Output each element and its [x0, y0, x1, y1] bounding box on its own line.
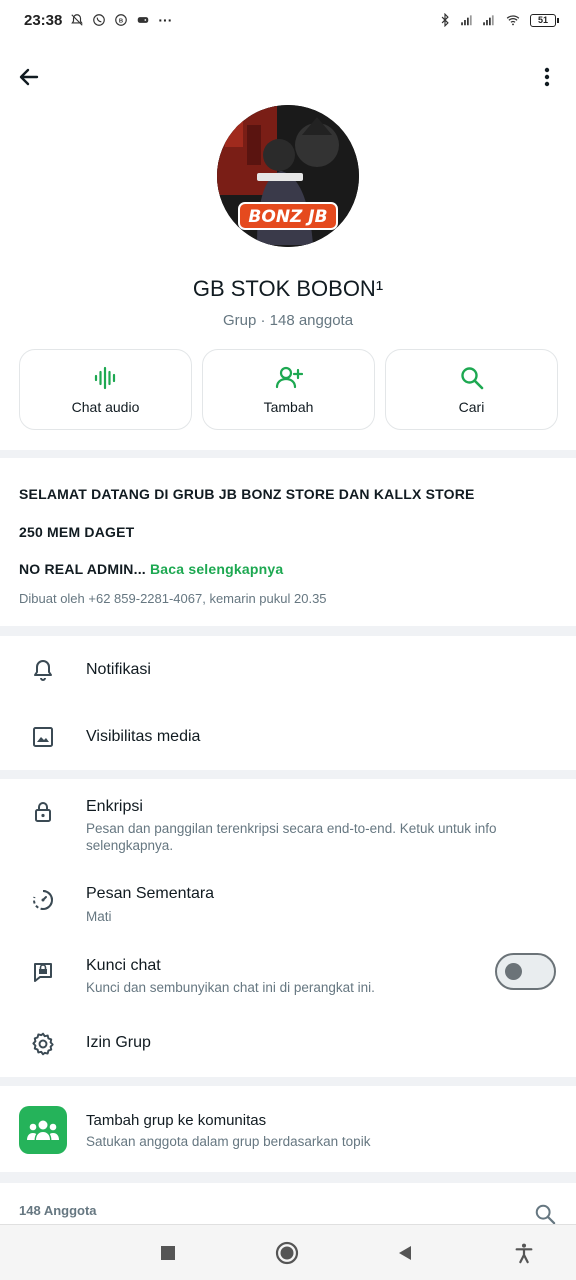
add-member-label: Tambah: [263, 398, 314, 415]
read-more-link[interactable]: Baca selengkapnya: [150, 561, 283, 577]
back-nav-button[interactable]: [393, 1241, 417, 1265]
media-visibility-row[interactable]: Visibilitas media: [0, 703, 576, 770]
signal-icon: [461, 15, 472, 26]
description-line: NO REAL ADMIN... Baca selengkapnya: [19, 561, 283, 577]
action-buttons: Chat audio Tambah Cari: [19, 349, 558, 430]
bell-icon: [30, 657, 56, 683]
system-nav-bar: [0, 1224, 576, 1280]
recents-button[interactable]: [156, 1241, 180, 1265]
mute-icon: [71, 14, 84, 26]
wifi-icon: [506, 15, 520, 26]
settings-section-notifications: Notifikasi Visibilitas media: [0, 636, 576, 770]
chat-audio-label: Chat audio: [71, 398, 140, 415]
group-header: BONZ JB GB STOK BOBON¹ Grup · 148 anggot…: [0, 40, 576, 450]
community-section: Tambah grup ke komunitas Satukan anggota…: [0, 1086, 576, 1172]
home-icon: [275, 1241, 299, 1265]
chat-lock-toggle[interactable]: [495, 953, 556, 990]
notifications-row[interactable]: Notifikasi: [0, 636, 576, 703]
gear-icon: [30, 1031, 56, 1057]
avatar-image: BONZ JB: [217, 105, 359, 247]
group-name[interactable]: GB STOK BOBON¹: [0, 276, 576, 302]
settings-section-privacy: Enkripsi Pesan dan panggilan terenkripsi…: [0, 779, 576, 1077]
battery-indicator: 51: [530, 13, 559, 27]
home-button[interactable]: [275, 1241, 299, 1265]
description-line: 250 MEM DAGET: [19, 524, 135, 540]
search-button[interactable]: Cari: [385, 349, 558, 430]
arrow-left-icon: [19, 68, 39, 86]
community-title: Tambah grup ke komunitas: [86, 1112, 267, 1129]
timer-icon: [30, 887, 56, 913]
toggle-knob: [505, 963, 522, 980]
recents-icon: [161, 1246, 175, 1260]
search-icon: [535, 1204, 556, 1225]
chat-lock-title: Kunci chat: [86, 957, 161, 974]
notifications-label: Notifikasi: [86, 661, 151, 678]
encryption-row[interactable]: Enkripsi Pesan dan panggilan terenkripsi…: [0, 779, 576, 863]
community-subtitle: Satukan anggota dalam grup berdasarkan t…: [86, 1134, 371, 1149]
chat-lock-icon: [30, 959, 56, 985]
add-person-icon: [275, 366, 303, 388]
group-description[interactable]: SELAMAT DATANG DI GRUB JB BONZ STORE DAN…: [0, 458, 576, 626]
group-subtitle: Grup · 148 anggota: [222, 312, 354, 329]
add-to-community-row[interactable]: Tambah grup ke komunitas Satukan anggota…: [0, 1086, 576, 1172]
chat-lock-row[interactable]: Kunci chat Kunci dan sembunyikan chat in…: [0, 939, 576, 1005]
audio-wave-icon: [94, 366, 115, 389]
status-time: 23:38: [24, 11, 63, 29]
svg-text:B: B: [119, 18, 123, 24]
bluetooth-icon: [441, 13, 449, 27]
members-header: 148 Anggota: [0, 1183, 576, 1225]
created-by-text: Dibuat oleh +62 859-2281-4067, kemarin p…: [19, 591, 327, 606]
image-icon: [30, 724, 56, 750]
lock-icon: [30, 799, 56, 825]
group-permissions-label: Izin Grup: [86, 1034, 151, 1051]
whatsapp-icon: [93, 14, 106, 26]
encryption-title: Enkripsi: [86, 798, 143, 815]
back-icon: [399, 1246, 411, 1260]
group-permissions-row[interactable]: Izin Grup: [0, 1011, 576, 1077]
more-options-button[interactable]: [532, 62, 562, 92]
group-avatar[interactable]: BONZ JB: [217, 105, 359, 247]
community-icon: [19, 1106, 67, 1154]
more-icon: ···: [158, 12, 173, 28]
disappearing-messages-value: Mati: [86, 909, 112, 924]
encryption-subtitle: Pesan dan panggilan terenkripsi secara e…: [86, 821, 497, 853]
description-truncated: NO REAL ADMIN...: [19, 561, 146, 577]
b-icon: B: [115, 14, 128, 26]
avatar-logo-text: BONZ JB: [248, 207, 327, 227]
more-vert-icon: [544, 67, 550, 87]
chat-lock-subtitle: Kunci dan sembunyikan chat ini di perang…: [86, 980, 375, 995]
accessibility-icon: [515, 1243, 533, 1264]
search-icon: [460, 366, 483, 389]
back-button[interactable]: [14, 62, 44, 92]
chat-audio-button[interactable]: Chat audio: [19, 349, 192, 430]
members-count: 148 Anggota: [19, 1203, 97, 1218]
search-label: Cari: [458, 398, 485, 415]
disappearing-messages-title: Pesan Sementara: [86, 885, 215, 902]
game-icon: [138, 17, 149, 23]
add-member-button[interactable]: Tambah: [202, 349, 375, 430]
description-line: SELAMAT DATANG DI GRUB JB BONZ STORE DAN…: [19, 486, 475, 502]
accessibility-button[interactable]: [512, 1241, 536, 1265]
disappearing-messages-row[interactable]: Pesan Sementara Mati: [0, 869, 576, 933]
status-bar: 23:38 B ··· 51: [0, 0, 576, 40]
signal-icon: [483, 15, 494, 26]
media-visibility-label: Visibilitas media: [86, 728, 201, 745]
